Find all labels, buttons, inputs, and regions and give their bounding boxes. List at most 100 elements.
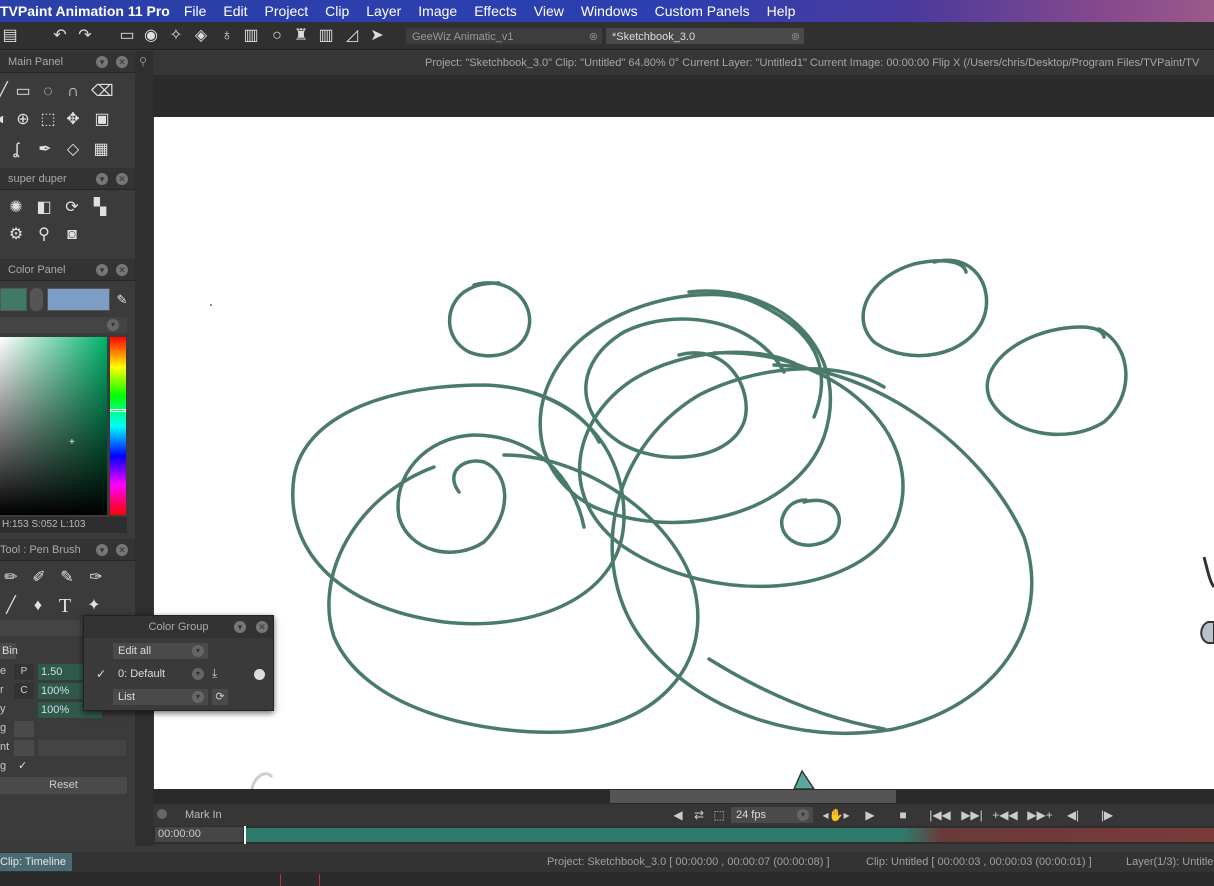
reset-button[interactable]: Reset [0, 777, 127, 794]
chevron-down-icon[interactable]: ▾ [96, 56, 108, 68]
download-icon[interactable]: ⤓ [212, 666, 217, 681]
checkmark-icon[interactable]: ✓ [96, 667, 106, 681]
hue-slider-handle[interactable] [110, 409, 126, 412]
last-frame-icon[interactable]: ▶▶| [960, 807, 984, 823]
airbrush-icon[interactable]: ✑ [85, 567, 107, 589]
warp-tool-icon[interactable]: ʆ [5, 139, 27, 161]
clip-timeline-tab[interactable]: Clip: Timeline [0, 853, 73, 871]
prev-frame-icon[interactable]: ◀| [1063, 807, 1083, 823]
main-panel-header[interactable]: Main Panel ▾ ✕ [0, 51, 135, 73]
color-group-header[interactable]: Color Group ▾ ✕ [84, 616, 273, 638]
custom-brush-icon[interactable]: ✦ [83, 595, 105, 617]
bin-tab[interactable]: Bin [0, 643, 18, 659]
current-time-field[interactable]: 00:00:00 [155, 827, 243, 842]
next-frame-icon[interactable]: |▶ [1097, 807, 1117, 823]
menu-custom-panels[interactable]: Custom Panels [655, 3, 750, 19]
close-icon[interactable]: ✕ [116, 264, 128, 276]
sparkle-icon[interactable]: ✺ [5, 197, 27, 219]
rectangle-tool-icon[interactable]: ▭ [12, 81, 34, 103]
sponge-icon[interactable]: ◙ [61, 224, 83, 246]
stamp-tool-icon[interactable]: ◇ [62, 139, 84, 161]
loop-icon[interactable]: ⇄ [690, 807, 708, 823]
transform-tool-icon[interactable]: ⬚ [37, 109, 59, 131]
view-mode-select[interactable]: List ▾ [113, 689, 208, 705]
menu-view[interactable]: View [534, 3, 564, 19]
scrollbar-thumb[interactable] [610, 790, 896, 803]
color-panel-header[interactable]: Color Panel ▾ ✕ [0, 259, 135, 281]
camera-tool-icon[interactable]: ▣ [91, 109, 113, 131]
smoothing-toggle[interactable] [14, 721, 34, 737]
brush-panel-icon[interactable]: ✧ [166, 26, 186, 46]
edit-mode-select[interactable]: Edit all ▾ [113, 643, 208, 659]
menu-project[interactable]: Project [265, 3, 309, 19]
fps-select[interactable]: 24 fps ▾ [731, 807, 813, 823]
close-icon[interactable]: ✕ [116, 56, 128, 68]
eraser-tool-icon[interactable]: ⌫ [91, 81, 114, 103]
save-icon[interactable]: ▤ [0, 26, 20, 46]
menu-effects[interactable]: Effects [474, 3, 517, 19]
group-color-dot[interactable] [254, 669, 265, 680]
marker-brush-icon[interactable]: ✐ [28, 567, 50, 589]
fit-icon[interactable]: ⬚ [710, 807, 728, 823]
close-icon[interactable]: ✕ [256, 621, 268, 633]
step-back-icon[interactable]: +◀◀ [991, 807, 1019, 823]
menu-file[interactable]: File [184, 3, 207, 19]
first-frame-icon[interactable]: |◀◀ [928, 807, 952, 823]
antialiasing-checkbox[interactable]: ✓ [18, 759, 27, 772]
toolbox-icon[interactable]: ▭ [117, 26, 137, 46]
menu-layer[interactable]: Layer [366, 3, 401, 19]
chevron-down-icon[interactable]: ▾ [96, 173, 108, 185]
app-menu[interactable]: TVPaint Animation 11 Pro [0, 3, 170, 19]
film-icon[interactable]: ▥ [241, 26, 261, 46]
pin-icon[interactable]: ⚲ [139, 55, 147, 68]
pen-tool-icon[interactable]: ✒ [34, 139, 56, 161]
play-icon[interactable]: ▶ [861, 807, 879, 823]
color-wheel-icon[interactable]: ◉ [141, 26, 161, 46]
eyedropper-icon[interactable]: ✎ [111, 289, 133, 311]
magic-icon[interactable]: ♜ [291, 26, 311, 46]
redo-icon[interactable]: ↷ [75, 26, 95, 46]
gear-icon[interactable]: ⚙ [5, 224, 27, 246]
canvas-horizontal-scrollbar[interactable] [153, 789, 1214, 804]
eyedropper-icon[interactable]: ⚲ [33, 224, 55, 246]
chevron-down-icon[interactable]: ▾ [96, 544, 108, 556]
chevron-down-icon[interactable]: ▾ [192, 668, 204, 680]
mark-in-icon[interactable] [157, 809, 167, 819]
chevron-down-icon[interactable]: ▾ [192, 691, 204, 703]
close-icon[interactable]: ⊗ [589, 28, 598, 46]
tab-geewiz-animatic[interactable]: GeeWiz Animatic_v1 ⊗ [405, 27, 603, 45]
gradient-toggle[interactable] [14, 740, 34, 756]
secondary-color-swatch[interactable] [47, 288, 110, 311]
super-duper-panel-header[interactable]: super duper ▾ ✕ [0, 168, 135, 190]
move-tool-icon[interactable]: ✥ [62, 109, 84, 131]
color-grid-icon[interactable]: ▚ [89, 197, 111, 219]
undo-icon[interactable]: ↶ [50, 26, 70, 46]
drawing-canvas[interactable] [154, 117, 1214, 789]
search-icon[interactable]: ○ [267, 26, 287, 46]
refresh-icon[interactable]: ⟳ [212, 689, 228, 705]
pan-icon[interactable]: ◂✋▸ [821, 807, 851, 823]
volume-icon[interactable]: ◀ [669, 807, 687, 823]
paper-plane-icon[interactable]: ➤ [367, 26, 387, 46]
close-icon[interactable]: ✕ [116, 544, 128, 556]
menu-help[interactable]: Help [767, 3, 796, 19]
ruler-icon[interactable]: ◿ [342, 26, 362, 46]
chevron-down-icon[interactable]: ▾ [192, 645, 204, 657]
step-forward-icon[interactable]: ▶▶+ [1026, 807, 1054, 823]
timeline-range-bar[interactable] [245, 828, 1214, 842]
color-picker-square[interactable]: + [0, 337, 107, 515]
text-tool-icon[interactable]: T [54, 595, 76, 617]
refresh-icon[interactable]: ⟳ [61, 197, 83, 219]
gradient-field[interactable] [38, 740, 126, 756]
pencil-brush-icon[interactable]: ✏ [0, 567, 22, 589]
close-icon[interactable]: ⊗ [791, 28, 800, 46]
menu-clip[interactable]: Clip [325, 3, 349, 19]
zoom-tool-icon[interactable]: ⊕ [12, 109, 34, 131]
curve-tool-icon[interactable]: ∩ [62, 81, 84, 103]
color-group-select[interactable]: 0: Default ▾ [113, 666, 208, 682]
lasso-tool-icon[interactable]: ◌ [37, 81, 59, 103]
ink-brush-icon[interactable]: ✎ [56, 567, 78, 589]
tab-sketchbook[interactable]: *Sketchbook_3.0 ⊗ [605, 27, 805, 45]
chevron-down-icon[interactable]: ▾ [107, 319, 119, 331]
primary-color-swatch[interactable] [0, 288, 27, 311]
